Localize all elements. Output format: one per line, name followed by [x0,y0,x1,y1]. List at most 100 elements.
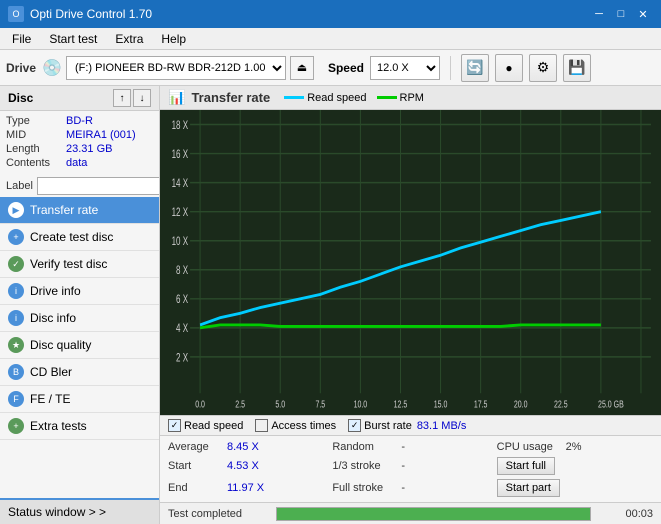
nav-extra-tests[interactable]: + Extra tests [0,413,159,440]
eject-button[interactable]: ⏏ [290,56,314,80]
nav-verify-test-disc[interactable]: ✓ Verify test disc [0,251,159,278]
disc-type-row: Type BD-R [6,115,153,127]
access-times-checkbox[interactable]: Access times [255,419,336,432]
toolbar-separator [450,56,451,80]
nav-icon-drive-info: i [8,283,24,299]
speed-select[interactable]: 12.0 X [370,56,440,80]
nav-icon-disc-quality: ★ [8,337,24,353]
nav-transfer-rate[interactable]: ▶ Transfer rate [0,197,159,224]
legend-read-speed-color [284,96,304,99]
stats-grid: Average 8.45 X Random - CPU usage 2% Sta… [168,440,653,498]
disc-section-header: Disc ↑ ↓ [0,86,159,111]
disc-up-button[interactable]: ↑ [113,89,131,107]
drive-select-wrap: 💿 (F:) PIONEER BD-RW BDR-212D 1.00 ⏏ [42,56,314,80]
nav-icon-transfer-rate: ▶ [8,202,24,218]
nav-icon-cd-bler: B [8,364,24,380]
nav-icon-create-test-disc: + [8,229,24,245]
toolbar: Drive 💿 (F:) PIONEER BD-RW BDR-212D 1.00… [0,50,661,86]
app-icon: O [8,6,24,22]
svg-text:2 X: 2 X [176,352,188,365]
status-window-button[interactable]: Status window > > [0,498,159,524]
stat-start-full-row: Start full [497,456,653,476]
nav-icon-disc-info: i [8,310,24,326]
menu-start-test[interactable]: Start test [41,30,105,48]
legend-rpm-color [377,96,397,99]
burst-rate-value: 83.1 MB/s [417,420,467,432]
title-bar: O Opti Drive Control 1.70 ─ □ ✕ [0,0,661,28]
nav-cd-bler[interactable]: B CD Bler [0,359,159,386]
maximize-button[interactable]: □ [611,4,631,24]
start-part-button[interactable]: Start part [497,479,560,497]
burst-rate-check-icon: ✓ [348,419,361,432]
disc-down-button[interactable]: ↓ [133,89,151,107]
stat-start-part-row: Start part [497,478,653,498]
menu-extra[interactable]: Extra [107,30,151,48]
menu-file[interactable]: File [4,30,39,48]
svg-text:12.5: 12.5 [394,398,408,410]
status-bar: Test completed 00:03 [160,502,661,524]
chart-header: 📊 Transfer rate Read speed RPM [160,86,661,110]
start-full-button[interactable]: Start full [497,457,555,475]
svg-text:22.5: 22.5 [554,398,568,410]
right-panel: 📊 Transfer rate Read speed RPM [160,86,661,524]
svg-text:25.0 GB: 25.0 GB [598,398,624,410]
save-button[interactable]: 💾 [563,54,591,82]
stats-area: Average 8.45 X Random - CPU usage 2% Sta… [160,435,661,502]
nav-icon-extra-tests: + [8,418,24,434]
svg-text:7.5: 7.5 [315,398,325,410]
read-speed-checkbox[interactable]: ✓ Read speed [168,419,243,432]
nav-disc-info[interactable]: i Disc info [0,305,159,332]
stat-start-row: Start 4.53 X [168,456,324,476]
nav-disc-quality[interactable]: ★ Disc quality [0,332,159,359]
stat-end-row: End 11.97 X [168,478,324,498]
burst-rate-checkbox[interactable]: ✓ Burst rate 83.1 MB/s [348,419,466,432]
svg-text:14 X: 14 X [172,178,189,191]
nav-icon-fe-te: F [8,391,24,407]
nav-drive-info[interactable]: i Drive info [0,278,159,305]
chart-legend: Read speed RPM [284,92,424,104]
svg-text:5.0: 5.0 [275,398,285,410]
chart-controls: ✓ Read speed Access times ✓ Burst rate 8… [160,415,661,435]
status-timer: 00:03 [603,508,653,520]
chart-container: 18 X 16 X 14 X 12 X 10 X 8 X 6 X 4 X 2 X… [160,110,661,415]
app-title: Opti Drive Control 1.70 [30,7,152,21]
stat-stroke13-row: 1/3 stroke - [332,456,488,476]
main-layout: Disc ↑ ↓ Type BD-R MID MEIRA1 (001) Leng… [0,86,661,524]
disc-info-table: Type BD-R MID MEIRA1 (001) Length 23.31 … [0,111,159,175]
disc-contents-row: Contents data [6,157,153,169]
record-button[interactable]: ● [495,54,523,82]
nav-fe-te[interactable]: F FE / TE [0,386,159,413]
drive-disc-icon: 💿 [42,58,62,78]
close-button[interactable]: ✕ [633,4,653,24]
drive-select[interactable]: (F:) PIONEER BD-RW BDR-212D 1.00 [66,56,286,80]
svg-text:2.5: 2.5 [235,398,245,410]
label-row: Label 🔍 [0,175,159,197]
svg-text:16 X: 16 X [172,149,189,162]
nav-create-test-disc[interactable]: + Create test disc [0,224,159,251]
menu-bar: File Start test Extra Help [0,28,661,50]
label-input[interactable] [37,177,160,195]
chart-title: Transfer rate [191,90,270,105]
legend-read-speed: Read speed [284,92,366,104]
settings-button[interactable]: ⚙ [529,54,557,82]
stat-cpu-row: CPU usage 2% [497,440,653,454]
svg-text:10.0: 10.0 [354,398,368,410]
svg-text:0.0: 0.0 [195,398,205,410]
minimize-button[interactable]: ─ [589,4,609,24]
stat-full-stroke-row: Full stroke - [332,478,488,498]
drive-label: Drive [6,61,36,75]
speed-label: Speed [328,61,364,75]
progress-bar-wrap [276,507,591,521]
disc-length-row: Length 23.31 GB [6,143,153,155]
nav-icon-verify-test-disc: ✓ [8,256,24,272]
read-speed-check-icon: ✓ [168,419,181,432]
svg-text:8 X: 8 X [176,265,188,278]
left-panel: Disc ↑ ↓ Type BD-R MID MEIRA1 (001) Leng… [0,86,160,524]
svg-text:6 X: 6 X [176,294,188,307]
svg-text:4 X: 4 X [176,323,188,336]
disc-mid-row: MID MEIRA1 (001) [6,129,153,141]
refresh-button[interactable]: 🔄 [461,54,489,82]
svg-text:12 X: 12 X [172,207,189,220]
menu-help[interactable]: Help [153,30,194,48]
stat-average-row: Average 8.45 X [168,440,324,454]
